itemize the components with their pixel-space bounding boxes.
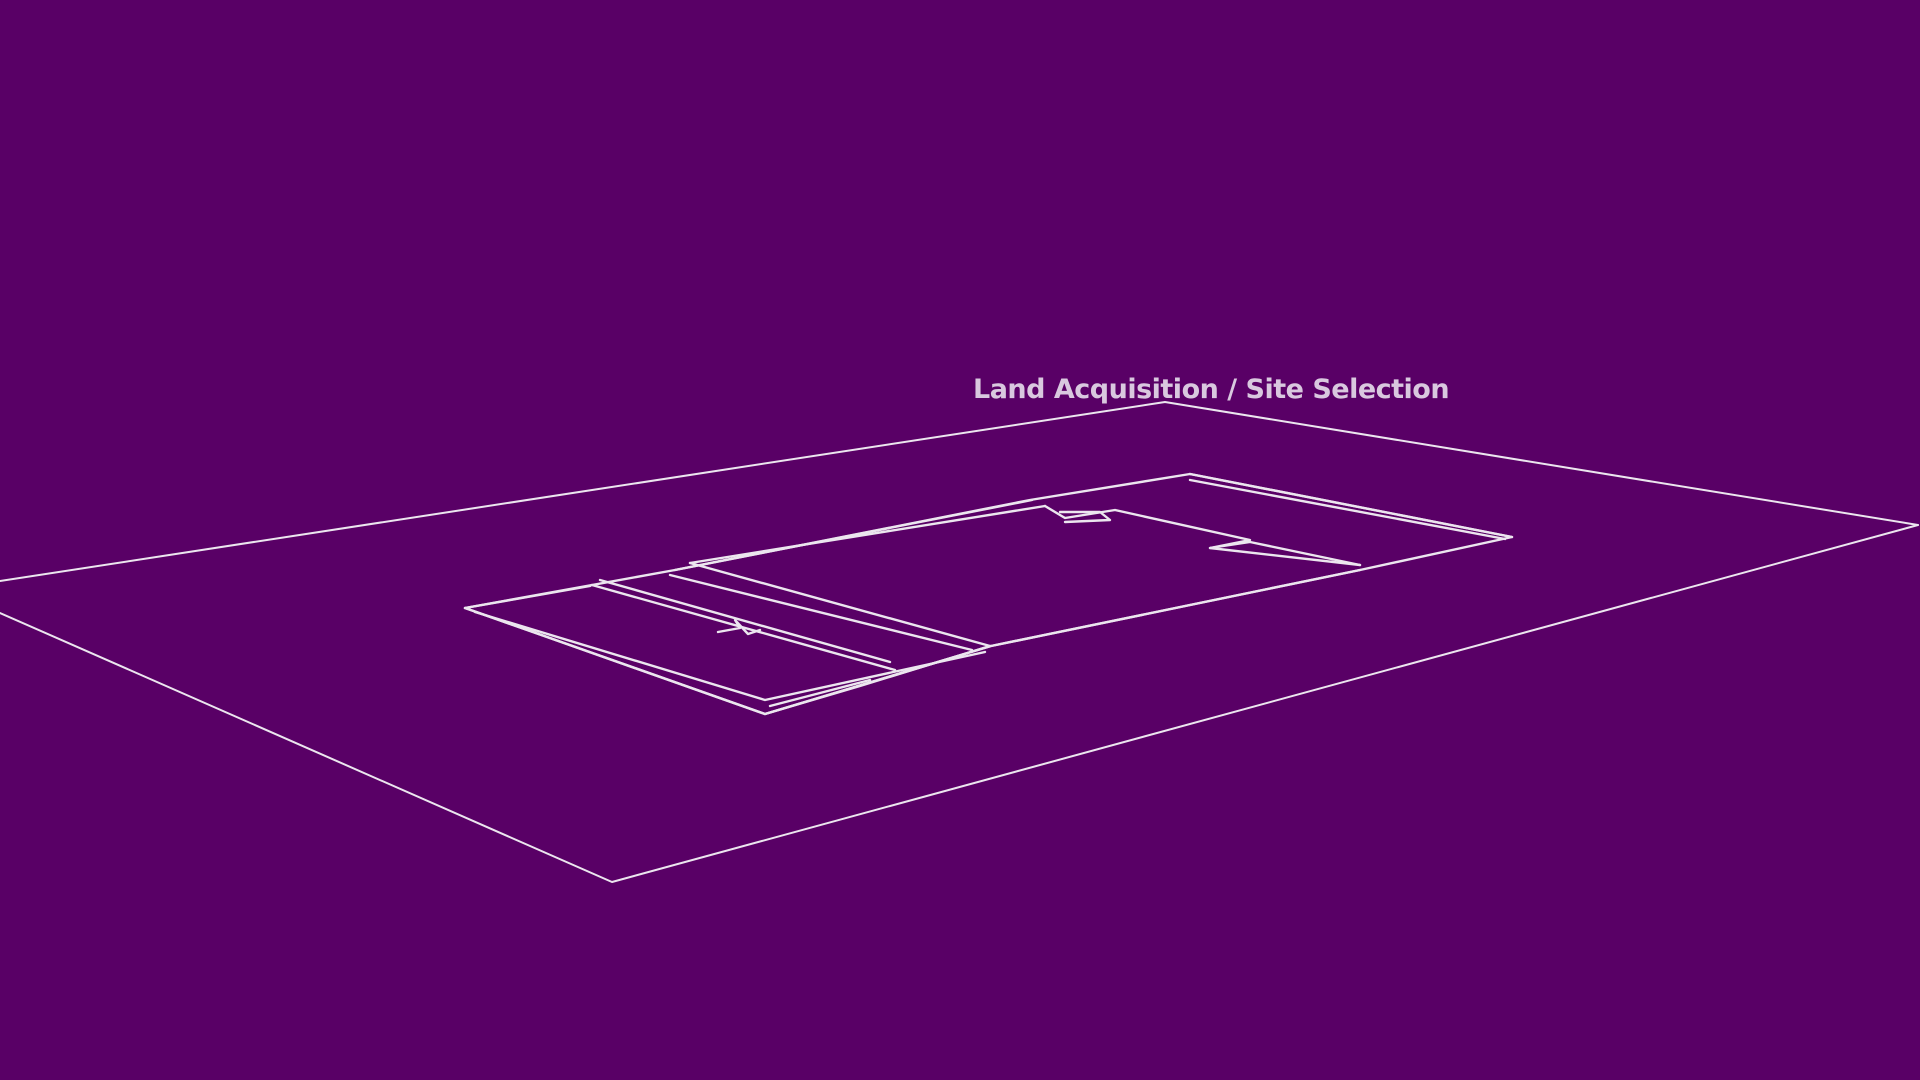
parcel-far-left-edge bbox=[0, 401, 1919, 582]
footprint-right-roof bbox=[1188, 472, 1514, 539]
parcel-outline bbox=[0, 401, 1919, 883]
footprint-front-ramp-2 bbox=[768, 678, 872, 708]
footprint-interior-ridge bbox=[688, 561, 992, 648]
footprint-back-wall-inner bbox=[688, 504, 1047, 565]
footprint-front-ramp bbox=[763, 644, 992, 716]
footprint-front-edge-inner bbox=[473, 610, 987, 702]
stage-caption: Land Acquisition / Site Selection bbox=[973, 374, 1450, 405]
footprint-front-edge bbox=[463, 568, 1362, 716]
footprint-right-roof-inner bbox=[1188, 478, 1507, 541]
footprint-left-corner bbox=[463, 584, 592, 610]
scene: Land Acquisition / Site Selection bbox=[0, 0, 1920, 1080]
footprint-left-wing-inner bbox=[598, 578, 892, 664]
parcel-near-edge bbox=[0, 524, 1919, 883]
site-wireframe bbox=[0, 401, 1919, 883]
footprint-back-wall bbox=[673, 498, 1034, 572]
